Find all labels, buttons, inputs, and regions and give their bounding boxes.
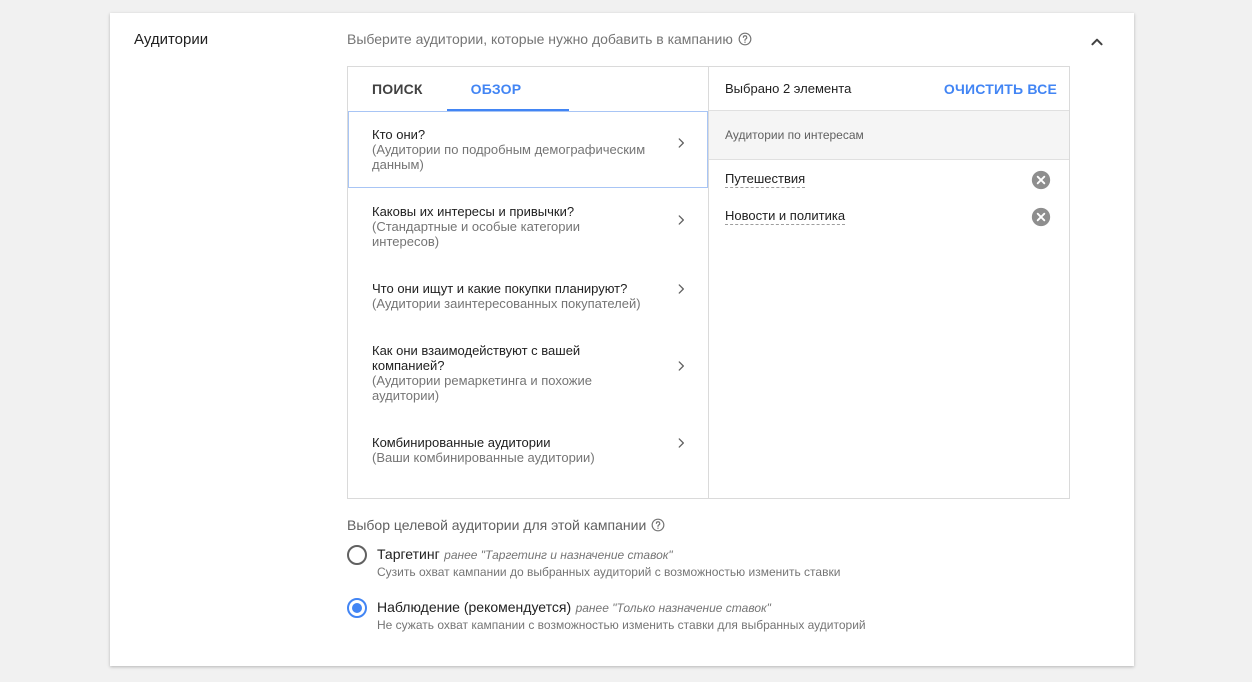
help-icon[interactable] [651, 518, 665, 532]
category-subtitle: (Аудитории заинтересованных покупателей) [372, 296, 641, 311]
category-subtitle: (Аудитории по подробным демографическим … [372, 142, 646, 172]
observation-option-description: Не сужать охват кампании с возможностью … [377, 618, 866, 632]
category-title: Что они ищут и какие покупки планируют? [372, 281, 628, 296]
category-subtitle: (Стандартные и особые категории интересо… [372, 219, 581, 249]
selected-item: Путешествия [709, 161, 1069, 198]
section-description: Выберите аудитории, которые нужно добави… [347, 31, 752, 47]
selected-pane: Выбрано 2 элемента ОЧИСТИТЬ ВСЕ Аудитори… [709, 67, 1069, 498]
selected-group-title: Аудитории по интересам [709, 111, 1069, 160]
help-icon[interactable] [738, 32, 752, 46]
targeting-option: Таргетинг ранее "Таргетинг и назначение … [347, 545, 840, 580]
selected-item-label[interactable]: Новости и политика [725, 208, 846, 225]
targeting-option-description: Сузить охват кампании до выбранных аудит… [377, 565, 841, 579]
chevron-right-icon [678, 214, 684, 225]
category-item-in-market[interactable]: Что они ищут и какие покупки планируют? … [348, 265, 708, 327]
tab-browse[interactable]: ОБЗОР [446, 67, 569, 111]
selected-header: Выбрано 2 элемента ОЧИСТИТЬ ВСЕ [709, 67, 1069, 111]
targeting-title-text: Выбор целевой аудитории для этой кампани… [347, 517, 647, 533]
category-title: Каковы их интересы и привычки? [372, 204, 575, 219]
targeting-radio[interactable] [347, 545, 367, 565]
chevron-right-icon [678, 137, 684, 148]
observation-option: Наблюдение (рекомендуется) ранее "Только… [347, 598, 866, 633]
chevron-right-icon [678, 284, 684, 294]
clear-all-button[interactable]: ОЧИСТИТЬ ВСЕ [944, 81, 1057, 97]
category-item-combined[interactable]: Комбинированные аудитории (Ваши комбинир… [348, 419, 708, 481]
category-title: Как они взаимодействуют с вашей компание… [372, 343, 581, 373]
category-title: Комбинированные аудитории [372, 435, 551, 450]
targeting-option-label: Таргетинг [377, 546, 440, 562]
remove-icon[interactable] [1031, 207, 1051, 227]
tab-bar: ПОИСК ОБЗОР [348, 67, 708, 111]
category-title: Кто они? [372, 127, 426, 142]
audience-selector: ПОИСК ОБЗОР Кто они? (Аудитории по подро… [347, 66, 1070, 499]
chevron-up-icon[interactable] [1086, 31, 1108, 53]
targeting-title: Выбор целевой аудитории для этой кампани… [347, 517, 665, 533]
category-subtitle: (Ваши комбинированные аудитории) [372, 450, 595, 465]
remove-icon[interactable] [1031, 170, 1051, 190]
selected-count: Выбрано 2 элемента [725, 81, 852, 96]
audiences-card: Аудитории Выберите аудитории, которые ну… [110, 13, 1134, 666]
chevron-right-icon [678, 438, 684, 448]
chevron-right-icon [678, 361, 684, 371]
browse-pane: ПОИСК ОБЗОР Кто они? (Аудитории по подро… [348, 67, 709, 498]
targeting-option-note: ранее "Таргетинг и назначение ставок" [444, 548, 673, 562]
observation-option-label: Наблюдение (рекомендуется) [377, 599, 572, 615]
observation-option-note: ранее "Только назначение ставок" [575, 601, 771, 615]
selected-item: Новости и политика [709, 198, 1069, 235]
category-item-remarketing[interactable]: Как они взаимодействуют с вашей компание… [348, 327, 708, 419]
selected-item-label[interactable]: Путешествия [725, 171, 806, 188]
targeting-option-text: Таргетинг ранее "Таргетинг и назначение … [377, 545, 840, 580]
category-item-interests[interactable]: Каковы их интересы и привычки? (Стандарт… [348, 188, 708, 265]
category-list: Кто они? (Аудитории по подробным демогра… [348, 111, 708, 481]
section-description-text: Выберите аудитории, которые нужно добави… [347, 31, 733, 47]
observation-radio[interactable] [347, 598, 367, 618]
observation-option-text: Наблюдение (рекомендуется) ранее "Только… [377, 598, 866, 633]
category-subtitle: (Аудитории ремаркетинга и похожие аудито… [372, 373, 592, 403]
category-item-demographics[interactable]: Кто они? (Аудитории по подробным демогра… [348, 111, 708, 188]
tab-search[interactable]: ПОИСК [372, 67, 423, 111]
section-title: Аудитории [134, 31, 209, 48]
